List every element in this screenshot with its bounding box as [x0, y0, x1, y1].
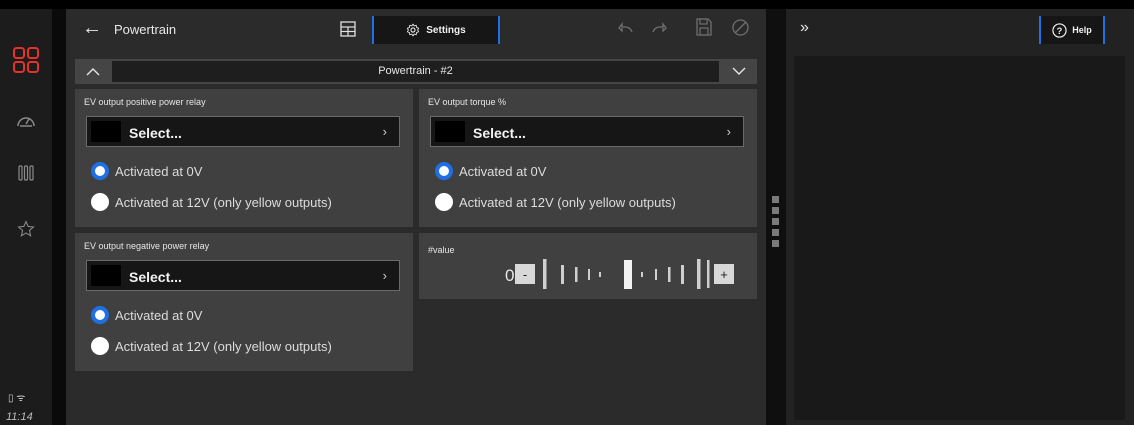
card-negative-power-relay: EV output negative power relay Select...… [75, 233, 413, 371]
select-label: Select... [129, 269, 182, 285]
main-panel: ← Powertrain Settings Powertrain - #2 EV… [66, 9, 766, 425]
drag-handle-dot [772, 207, 779, 214]
chevron-down-icon [732, 67, 746, 75]
tab-settings[interactable]: Settings [372, 16, 500, 44]
slider-tick [655, 269, 657, 280]
tab-settings-label: Settings [426, 24, 466, 36]
top-bar [0, 0, 1134, 9]
help-label: Help [1072, 25, 1092, 35]
back-arrow-icon[interactable]: ← [82, 17, 102, 39]
item-selector: Powertrain - #2 [75, 59, 757, 84]
radio-selected-icon [91, 306, 109, 324]
save-icon[interactable] [696, 18, 712, 40]
radio-label: Activated at 12V (only yellow outputs) [459, 194, 676, 210]
slider-tick [588, 269, 590, 280]
radio-label: Activated at 12V (only yellow outputs) [115, 194, 332, 210]
card-positive-power-relay: EV output positive power relay Select...… [75, 89, 413, 227]
drag-handle-dot [772, 196, 779, 203]
disabled-icon[interactable] [732, 19, 749, 40]
radio-activated-12v[interactable]: Activated at 12V (only yellow outputs) [435, 193, 676, 211]
rail-divider [52, 9, 66, 425]
slider-tick [697, 259, 701, 289]
chevron-up-icon [86, 68, 100, 76]
undo-icon[interactable] [618, 21, 634, 38]
chevron-right-icon: › [382, 268, 387, 283]
radio-activated-12v[interactable]: Activated at 12V (only yellow outputs) [91, 337, 332, 355]
panel-splitter[interactable] [766, 9, 786, 425]
expand-panel-icon[interactable]: » [800, 19, 809, 37]
chevron-right-icon: › [726, 124, 731, 139]
star-icon[interactable] [0, 220, 52, 238]
previous-item-button[interactable] [75, 59, 111, 84]
value-stepper[interactable]: 0 - + [419, 258, 757, 292]
app-grid-icon[interactable] [0, 47, 52, 73]
help-panel: » ? Help [786, 9, 1134, 425]
drag-handle-dot [772, 240, 779, 247]
radio-label: Activated at 0V [115, 307, 203, 323]
radio-activated-0v[interactable]: Activated at 0V [91, 306, 202, 324]
speedometer-icon[interactable] [0, 112, 52, 128]
radio-label: Activated at 0V [459, 163, 547, 179]
chevron-right-icon: › [382, 124, 387, 139]
item-selector-value[interactable]: Powertrain - #2 [112, 61, 719, 82]
slider-tick [543, 259, 547, 289]
svg-text:?: ? [1057, 25, 1063, 35]
radio-activated-12v[interactable]: Activated at 12V (only yellow outputs) [91, 193, 332, 211]
card-label: #value [428, 245, 455, 255]
color-swatch [91, 265, 121, 286]
radio-unselected-icon [435, 193, 453, 211]
value-readout: 0 [505, 266, 514, 285]
radio-activated-0v[interactable]: Activated at 0V [91, 162, 202, 180]
radio-label: Activated at 12V (only yellow outputs) [115, 338, 332, 354]
columns-icon[interactable] [0, 165, 52, 181]
status-icons: ▯ ᯤ [8, 393, 26, 404]
increment-label: + [720, 267, 728, 282]
help-content-area [794, 56, 1125, 420]
clock: 11:14 [6, 411, 33, 423]
output-select[interactable]: Select... › [430, 116, 744, 147]
slider-thumb[interactable] [624, 260, 632, 289]
radio-selected-icon [435, 162, 453, 180]
slider-tick [668, 267, 671, 282]
toolbar: ← Powertrain Settings [66, 9, 766, 50]
help-icon: ? [1052, 22, 1067, 38]
gear-icon [407, 23, 420, 37]
redo-icon[interactable] [651, 21, 667, 38]
table-icon[interactable] [340, 21, 356, 42]
color-swatch [91, 121, 121, 142]
drag-handle-dot [772, 218, 779, 225]
page-title: Powertrain [114, 22, 177, 37]
radio-unselected-icon [91, 193, 109, 211]
select-label: Select... [129, 125, 182, 141]
slider-tick [641, 272, 643, 277]
radio-activated-0v[interactable]: Activated at 0V [435, 162, 546, 180]
output-select[interactable]: Select... › [86, 116, 400, 147]
color-swatch [435, 121, 465, 142]
radio-label: Activated at 0V [115, 163, 203, 179]
output-select[interactable]: Select... › [86, 260, 400, 291]
next-item-button[interactable] [721, 59, 757, 84]
select-label: Select... [473, 125, 526, 141]
drag-handle-dot [772, 229, 779, 236]
card-output-torque: EV output torque % Select... › Activated… [419, 89, 757, 227]
left-sidebar: ▯ ᯤ 11:14 [0, 9, 52, 425]
help-button[interactable]: ? Help [1039, 16, 1105, 44]
slider-tick [599, 272, 601, 277]
card-label: EV output positive power relay [84, 97, 206, 107]
radio-selected-icon [91, 162, 109, 180]
slider-tick [707, 260, 710, 288]
card-value: #value 0 - + [419, 233, 757, 299]
radio-unselected-icon [91, 337, 109, 355]
slider-tick [561, 265, 564, 284]
slider-tick [681, 265, 684, 284]
card-label: EV output torque % [428, 97, 507, 107]
slider-tick [575, 267, 578, 282]
card-label: EV output negative power relay [84, 241, 210, 251]
decrement-label: - [523, 267, 527, 282]
